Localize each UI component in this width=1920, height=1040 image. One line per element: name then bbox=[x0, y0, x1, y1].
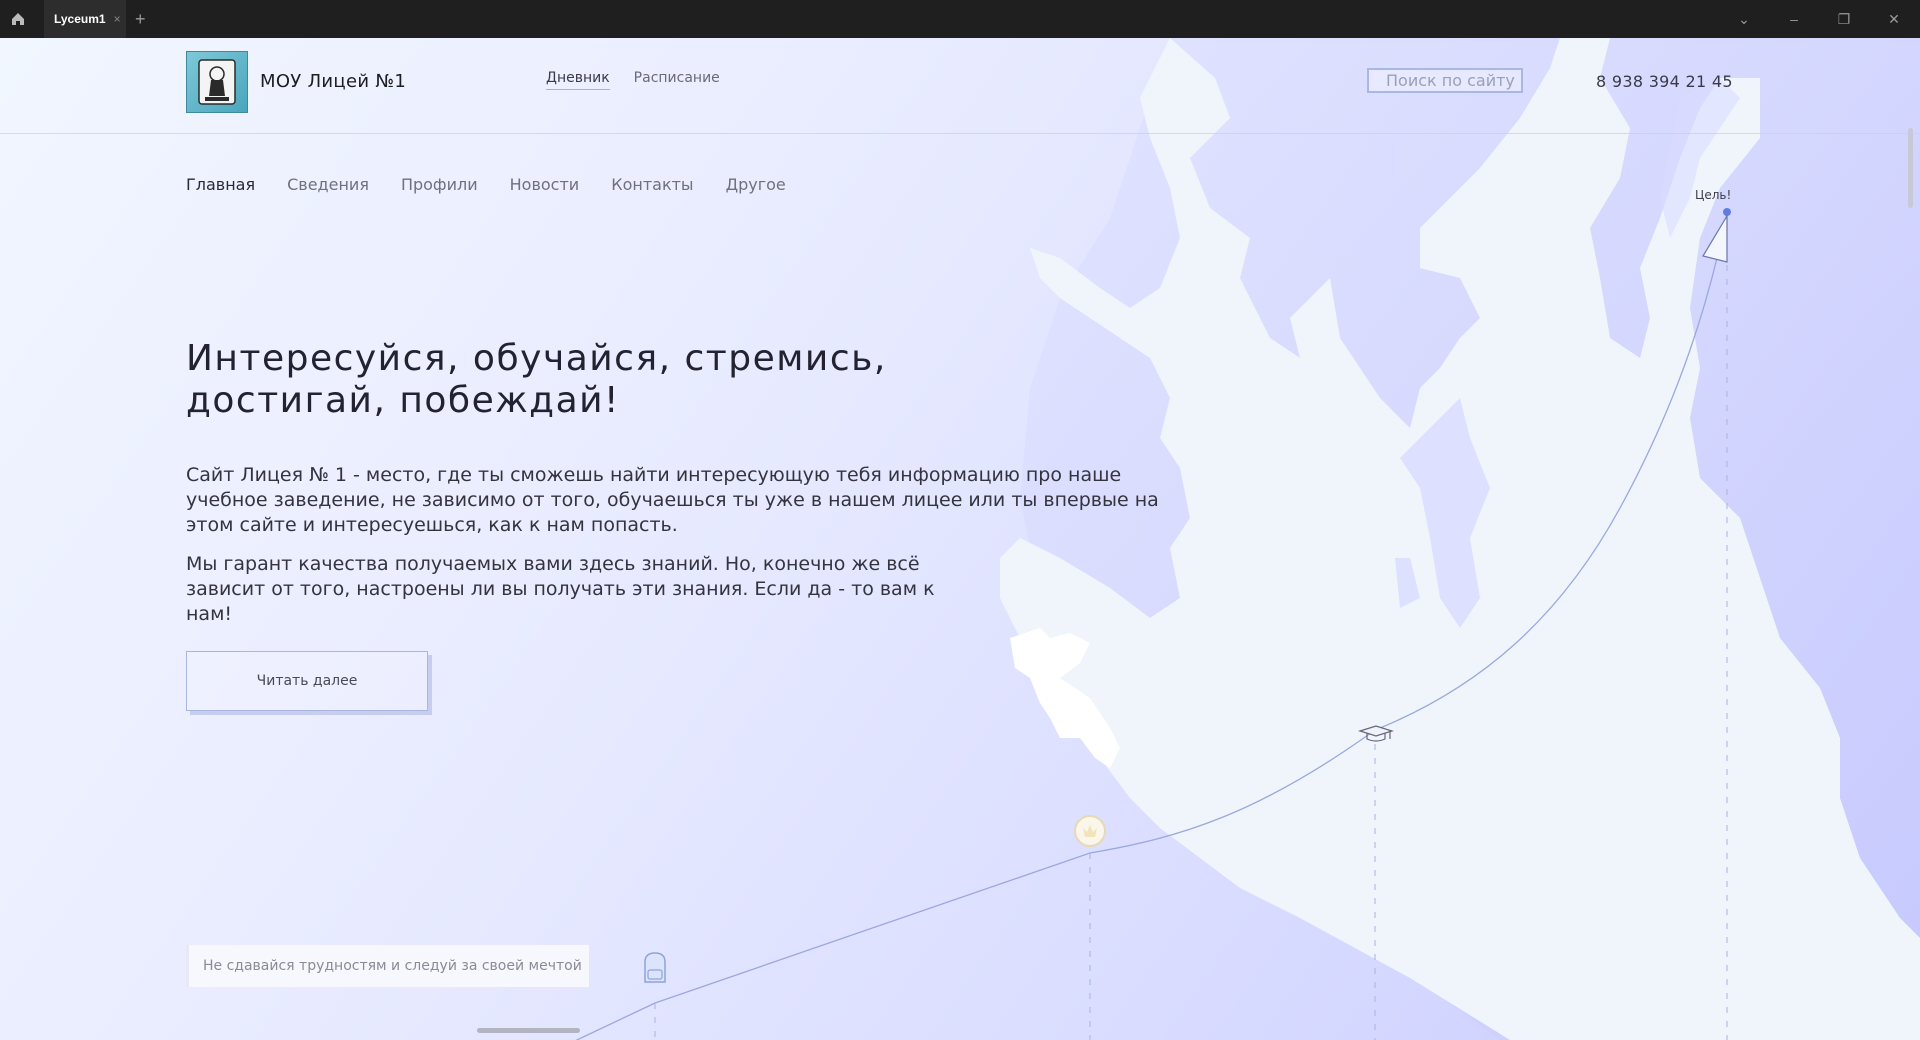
goal-label: Цель! bbox=[1695, 188, 1732, 202]
browser-chrome: Lyceum1 × + ⌄ – ❐ ✕ bbox=[0, 0, 1920, 38]
diary-link[interactable]: Дневник bbox=[546, 70, 610, 90]
nav-item-profiles[interactable]: Профили bbox=[401, 175, 478, 194]
site-name[interactable]: МОУ Лицей №1 bbox=[260, 71, 406, 92]
lyceum-emblem-icon bbox=[198, 59, 236, 105]
medal-icon bbox=[1074, 815, 1106, 847]
phone-number[interactable]: 8 938 394 21 45 bbox=[1596, 72, 1733, 91]
restore-icon[interactable]: ❐ bbox=[1836, 11, 1852, 27]
header-divider bbox=[0, 133, 1920, 134]
hero-paragraph-2: Мы гарант качества получаемых вами здесь… bbox=[186, 553, 935, 625]
search-input[interactable] bbox=[1367, 68, 1523, 93]
tab-close-icon[interactable]: × bbox=[114, 12, 121, 26]
close-window-icon[interactable]: ✕ bbox=[1886, 11, 1902, 27]
new-tab-icon[interactable]: + bbox=[135, 9, 146, 30]
schedule-link[interactable]: Расписание bbox=[634, 70, 720, 90]
hero-paragraph-1: Сайт Лицея № 1 - место, где ты сможешь н… bbox=[186, 464, 1159, 536]
flag-icon bbox=[1702, 208, 1731, 263]
motto-text: Не сдавайся трудностям и следуй за своей… bbox=[186, 945, 589, 987]
read-more-button[interactable]: Читать далее bbox=[186, 651, 428, 711]
page: МОУ Лицей №1 Дневник Расписание 8 938 39… bbox=[0, 38, 1920, 1040]
chevron-down-icon[interactable]: ⌄ bbox=[1736, 11, 1752, 27]
nav-item-news[interactable]: Новости bbox=[510, 175, 580, 194]
top-links: Дневник Расписание bbox=[546, 70, 720, 90]
tab-title: Lyceum1 bbox=[54, 12, 106, 26]
horizontal-scrollbar[interactable] bbox=[477, 1028, 580, 1033]
nav-item-home[interactable]: Главная bbox=[186, 175, 255, 194]
nav-item-info[interactable]: Сведения bbox=[287, 175, 369, 194]
home-icon[interactable] bbox=[10, 11, 26, 27]
logo[interactable] bbox=[186, 51, 248, 113]
backpack-icon bbox=[644, 952, 666, 983]
hero-title-line-1: Интересуйся, обучайся, стремись, bbox=[186, 338, 887, 379]
hero-title: Интересуйся, обучайся, стремись, достига… bbox=[186, 338, 1006, 422]
hero-title-line-2: достигай, побеждай! bbox=[186, 380, 620, 421]
main-nav: Главная Сведения Профили Новости Контакт… bbox=[186, 175, 786, 194]
minimize-icon[interactable]: – bbox=[1786, 11, 1802, 27]
browser-tab[interactable]: Lyceum1 × bbox=[44, 0, 126, 38]
vertical-scrollbar[interactable] bbox=[1908, 128, 1913, 208]
graduation-cap-icon bbox=[1358, 725, 1394, 742]
nav-item-other[interactable]: Другое bbox=[726, 175, 786, 194]
nav-item-contacts[interactable]: Контакты bbox=[611, 175, 693, 194]
